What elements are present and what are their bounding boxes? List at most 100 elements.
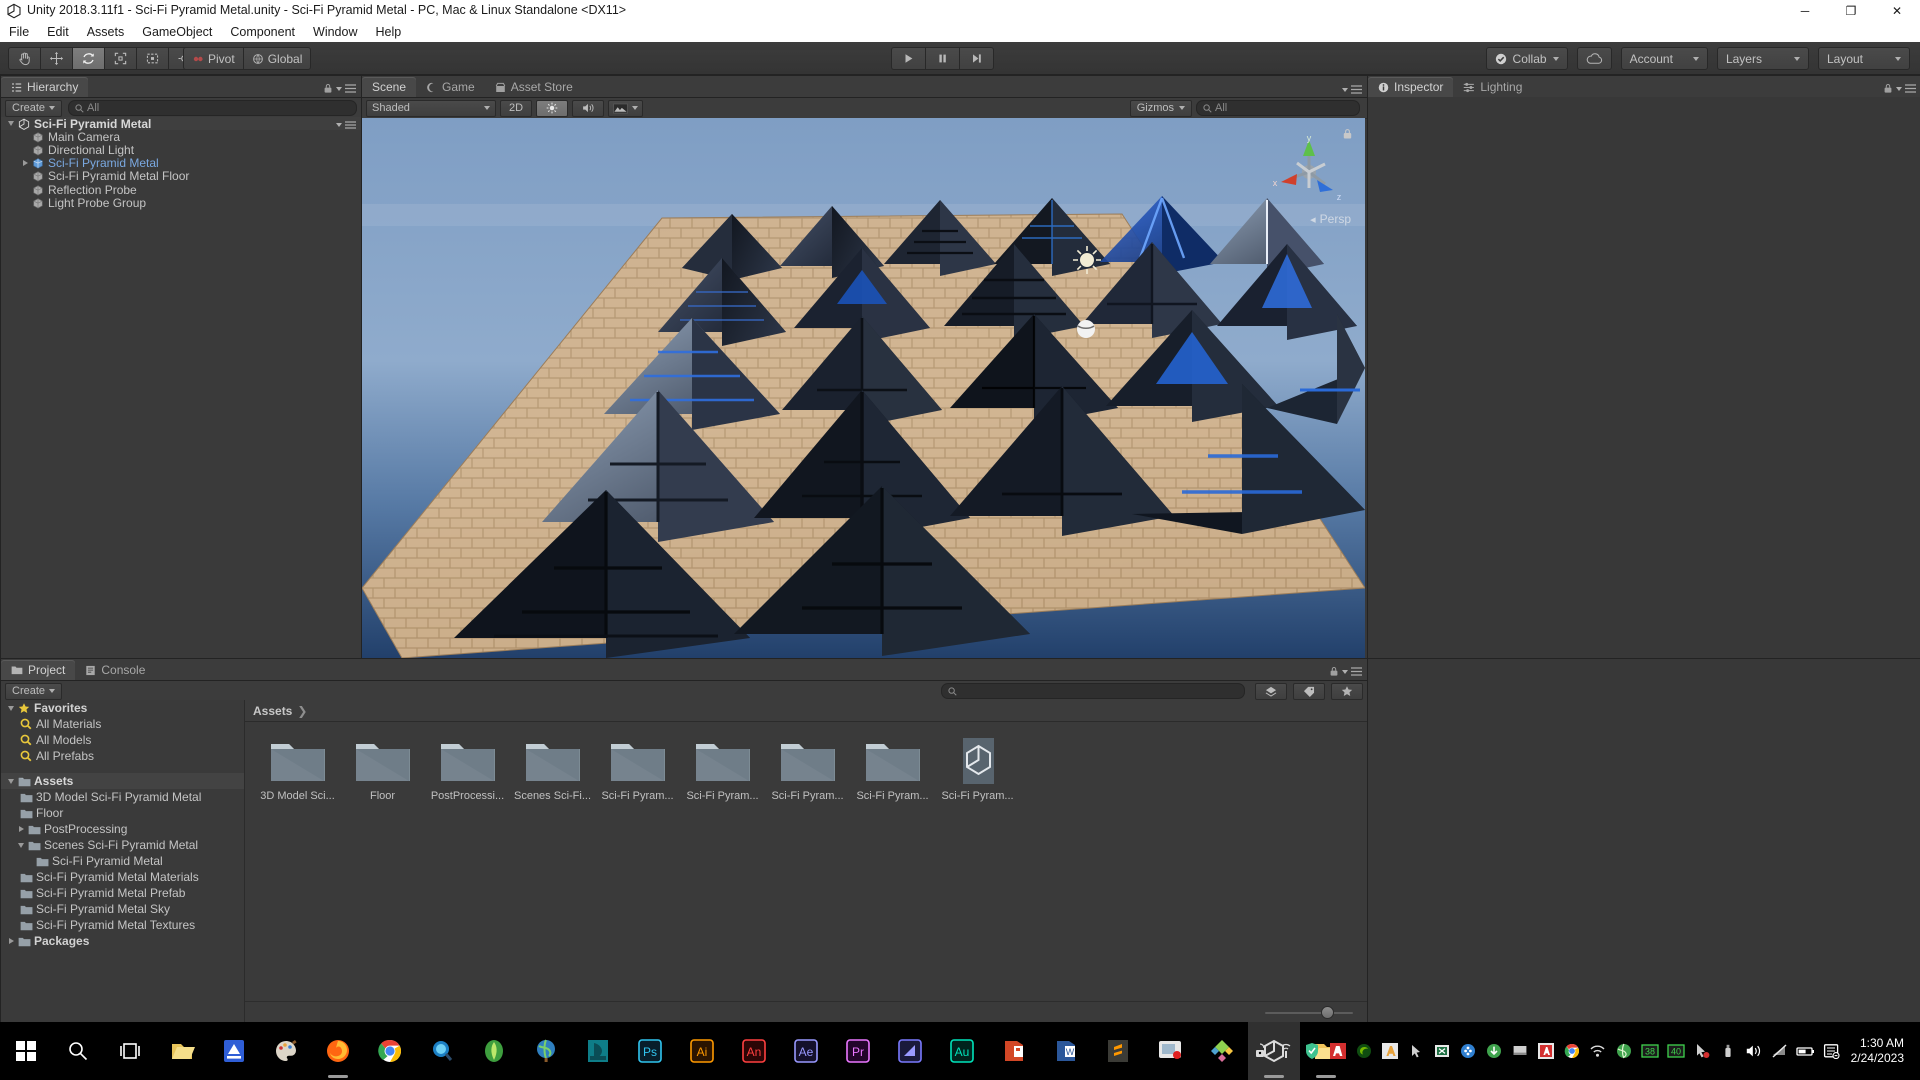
draw-mode-dropdown[interactable]: Shaded [366,100,496,117]
usb-icon[interactable] [1715,1022,1741,1080]
taskbar-app-search-globe[interactable] [416,1022,468,1080]
pause-button[interactable] [925,47,959,70]
play-button[interactable] [891,47,925,70]
taskbar-app-globe[interactable] [520,1022,572,1080]
badge-40-icon[interactable]: 40 [1663,1022,1689,1080]
filter-by-label-button[interactable] [1293,683,1325,700]
menu-assets[interactable]: Assets [78,22,134,42]
tab-lighting[interactable]: Lighting [1453,77,1532,97]
layout-button[interactable]: Layout [1818,47,1910,70]
mouse-icon[interactable] [1403,1022,1429,1080]
hand-tool-button[interactable] [8,47,40,70]
zoom-slider-knob[interactable] [1321,1006,1334,1019]
scenes-twisty[interactable] [15,843,27,848]
taskbar-app-audition[interactable]: Au [936,1022,988,1080]
volume-icon[interactable] [1741,1022,1767,1080]
asset-item[interactable]: Sci-Fi Pyram... [765,736,850,802]
taskbar-app-chrome[interactable] [364,1022,416,1080]
tree-item-textures[interactable]: Sci-Fi Pyramid Metal Textures [1,917,244,933]
cloud-button[interactable] [1577,47,1612,70]
tree-item-assets[interactable]: Assets [1,773,244,789]
excel-tray-icon[interactable] [1429,1022,1455,1080]
lock-network-icon[interactable] [1247,1022,1273,1080]
minimize-button[interactable]: ─ [1782,0,1828,22]
tree-item-postprocessing[interactable]: PostProcessing [1,821,244,837]
scene-audio-toggle[interactable] [572,100,604,117]
gizmos-dropdown[interactable]: Gizmos [1130,100,1192,117]
taskbar-app-word[interactable]: W [1040,1022,1092,1080]
menu-help[interactable]: Help [366,22,410,42]
tab-inspector[interactable]: Inspector [1368,77,1453,97]
asset-item[interactable]: Sci-Fi Pyram... [680,736,765,802]
taskbar-app-aftereffects[interactable]: Ae [780,1022,832,1080]
breadcrumb-assets[interactable]: Assets [253,704,292,718]
project-search-input[interactable] [941,683,1245,699]
hierarchy-item-light-probe-group[interactable]: Light Probe Group [1,196,361,209]
chevron-down-icon[interactable] [336,87,342,91]
taskbar-clock[interactable]: 1:30 AM 2/24/2023 [1845,1036,1914,1066]
tree-item-packages[interactable]: Packages [1,933,244,949]
project-create-button[interactable]: Create [5,683,62,700]
asset-item[interactable]: Sci-Fi Pyram... [595,736,680,802]
layers-button[interactable]: Layers [1717,47,1809,70]
scene-lighting-toggle[interactable] [536,100,568,117]
asset-zoom-slider[interactable] [1265,1007,1353,1019]
shield-icon[interactable] [1299,1022,1325,1080]
filter-by-type-button[interactable] [1255,683,1287,700]
scene-row-menu[interactable] [336,121,356,129]
task-view-button[interactable] [104,1022,156,1080]
asset-item[interactable]: Scenes Sci-Fi... [510,736,595,802]
account-button[interactable]: Account [1621,47,1708,70]
taskbar-app-firefox[interactable] [312,1022,364,1080]
tree-item-scene-folder[interactable]: Sci-Fi Pyramid Metal [1,853,244,869]
taskbar-app-sublime[interactable] [1092,1022,1144,1080]
hierarchy-scene-row[interactable]: Sci-Fi Pyramid Metal [1,117,361,130]
download-icon[interactable] [1481,1022,1507,1080]
scene-twisty[interactable] [5,121,17,126]
pivot-button[interactable]: Pivot [183,47,243,70]
menu-component[interactable]: Component [221,22,304,42]
taskbar-app-animate[interactable]: An [728,1022,780,1080]
display-icon[interactable] [1507,1022,1533,1080]
taskbar-app-substance[interactable] [1196,1022,1248,1080]
a-icon[interactable] [1377,1022,1403,1080]
adobe-icon[interactable] [1325,1022,1351,1080]
wifi-icon[interactable] [1585,1022,1611,1080]
hierarchy-item-sci-fi-pyramid-metal[interactable]: Sci-Fi Pyramid Metal [1,157,361,170]
tree-item-all-materials[interactable]: All Materials [1,716,244,732]
menu-window[interactable]: Window [304,22,366,42]
taskbar-app-scanner[interactable] [208,1022,260,1080]
maximize-button[interactable]: ❐ [1828,0,1874,22]
tab-asset-store[interactable]: Asset Store [485,77,583,97]
menu-file[interactable]: File [0,22,38,42]
taskbar-app-dimension[interactable] [884,1022,936,1080]
asset-item-scene[interactable]: Sci-Fi Pyram... [935,736,1020,802]
taskbar-app-photoshop[interactable]: Ps [624,1022,676,1080]
tree-item-all-models[interactable]: All Models [1,732,244,748]
packages-twisty[interactable] [5,938,17,944]
taskbar-app-paint[interactable] [260,1022,312,1080]
taskbar-app-illustrator[interactable]: Ai [676,1022,728,1080]
tab-hierarchy[interactable]: Hierarchy [1,77,88,97]
menu-edit[interactable]: Edit [38,22,78,42]
taskbar-app-green[interactable] [468,1022,520,1080]
collab-button[interactable]: Collab [1486,47,1568,70]
blue-circle-icon[interactable] [1455,1022,1481,1080]
tree-item-floor[interactable]: Floor [1,805,244,821]
earth-icon[interactable] [1611,1022,1637,1080]
close-button[interactable]: ✕ [1874,0,1920,22]
battery-icon[interactable] [1793,1022,1819,1080]
hierarchy-create-button[interactable]: Create [5,100,62,117]
scale-tool-button[interactable] [104,47,136,70]
hierarchy-item-reflection-probe[interactable]: Reflection Probe [1,183,361,196]
project-folder-tree[interactable]: Favorites All Materials All Models [1,700,245,1023]
acrobat-icon[interactable] [1533,1022,1559,1080]
row-twisty[interactable] [19,160,31,166]
tree-item-scenes[interactable]: Scenes Sci-Fi Pyramid Metal [1,837,244,853]
scene-effects-toggle[interactable] [608,100,643,117]
tab-scene[interactable]: Scene [362,77,416,97]
chevron-down-icon[interactable] [1896,87,1902,91]
global-button[interactable]: Global [243,47,312,70]
taskbar-app-premiere[interactable]: Pr [832,1022,884,1080]
projection-mode-label[interactable]: Persp [1320,212,1351,226]
